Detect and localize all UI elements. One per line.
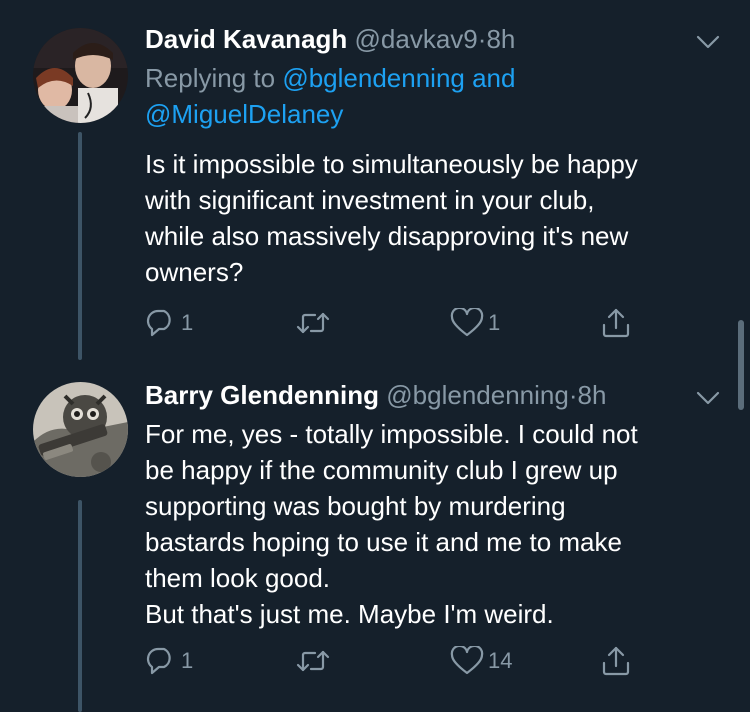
tweet-actions: 1 14 <box>145 644 645 678</box>
share-icon <box>602 646 630 676</box>
thread-line <box>78 500 82 712</box>
tweet-text: For me, yes - totally impossible. I coul… <box>145 416 715 632</box>
tweet-text-line: bastards hoping to use it and me to make <box>145 527 622 557</box>
replying-to-label: Replying to <box>145 63 276 93</box>
tweet-text-line: be happy if the community club I grew up <box>145 455 618 485</box>
handle[interactable]: @bglendenning <box>386 380 569 410</box>
tweet-text-line: while also massively disapproving it's n… <box>145 221 629 251</box>
avatar[interactable] <box>33 382 128 477</box>
tweet-text-line: them look good. <box>145 563 331 593</box>
mention-migueldelaney[interactable]: @MiguelDelaney <box>145 99 343 129</box>
separator-dot: · <box>568 380 578 410</box>
like-count: 14 <box>488 648 513 673</box>
tweet-text-line: Is it impossible to simultaneously be ha… <box>145 149 638 179</box>
like-button[interactable]: 1 <box>450 306 500 340</box>
retweet-icon <box>296 650 330 672</box>
reply-count: 1 <box>181 310 194 335</box>
tweet-actions: 1 1 <box>145 306 645 340</box>
tweet-text-line: owners? <box>145 257 244 287</box>
mention-bglendenning[interactable]: @bglendenning and <box>282 63 515 93</box>
handle[interactable]: @davkav9 <box>355 24 478 54</box>
more-options-button[interactable] <box>695 32 721 52</box>
heart-icon <box>450 308 484 337</box>
timestamp[interactable]: 8h <box>578 380 607 410</box>
mention-text: @bglendenning <box>282 63 465 93</box>
display-name[interactable]: David Kavanagh <box>145 24 347 54</box>
retweet-button[interactable] <box>295 644 335 678</box>
chevron-down-icon <box>696 391 720 405</box>
tweet-text: Is it impossible to simultaneously be ha… <box>145 146 715 290</box>
avatar[interactable] <box>33 28 128 123</box>
tweet-header: Barry Glendenning @bglendenning·8h <box>145 378 606 412</box>
avatar-illustration <box>33 382 128 477</box>
tweet-barry-glendenning[interactable]: Barry Glendenning @bglendenning·8h For m… <box>0 360 750 712</box>
share-button[interactable] <box>600 644 632 678</box>
scrollbar[interactable] <box>738 320 744 410</box>
mention-joiner: and <box>472 63 516 93</box>
like-count: 1 <box>488 310 501 335</box>
retweet-icon <box>296 312 330 334</box>
tweet-header: David Kavanagh @davkav9·8h <box>145 22 515 56</box>
reply-button[interactable]: 1 <box>145 644 193 678</box>
thread-line <box>78 132 82 360</box>
tweet-text-line: But that's just me. Maybe I'm weird. <box>145 599 554 629</box>
tweet-text-line: For me, yes - totally impossible. I coul… <box>145 419 638 449</box>
display-name[interactable]: Barry Glendenning <box>145 380 379 410</box>
timestamp[interactable]: 8h <box>486 24 515 54</box>
reply-icon <box>146 309 171 337</box>
share-icon <box>602 308 630 338</box>
replying-to: Replying to @bglendenning and @MiguelDel… <box>145 60 515 132</box>
more-options-button[interactable] <box>695 388 721 408</box>
tweet-text-line: supporting was bought by murdering <box>145 491 566 521</box>
heart-icon <box>450 646 484 675</box>
like-button[interactable]: 14 <box>450 644 512 678</box>
tweet-text-line: with significant investment in your club… <box>145 185 595 215</box>
chevron-down-icon <box>696 35 720 49</box>
reply-icon <box>146 647 171 675</box>
reply-count: 1 <box>181 648 194 673</box>
avatar-photo <box>33 28 128 123</box>
share-button[interactable] <box>600 306 632 340</box>
reply-button[interactable]: 1 <box>145 306 193 340</box>
tweet-david-kavanagh[interactable]: David Kavanagh @davkav9·8h Replying to @… <box>0 0 750 360</box>
retweet-button[interactable] <box>295 306 335 340</box>
